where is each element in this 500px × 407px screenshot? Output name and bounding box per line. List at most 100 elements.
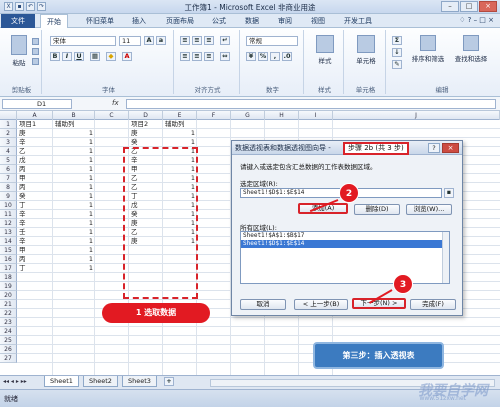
tab-review[interactable]: 审阅 <box>278 16 292 26</box>
wrap-text-icon[interactable]: ↵ <box>220 36 230 45</box>
column-header[interactable]: A <box>17 111 53 120</box>
column-header[interactable]: I <box>299 111 333 120</box>
border-icon[interactable]: ▦ <box>90 52 100 61</box>
fx-icon[interactable]: fx <box>112 99 119 107</box>
align-middle-icon[interactable]: ≡ <box>192 36 202 45</box>
row-header[interactable]: 17 <box>0 264 17 273</box>
comma-icon[interactable]: , <box>270 52 280 61</box>
column-header[interactable]: G <box>231 111 265 120</box>
underline-button[interactable]: U <box>74 52 84 61</box>
list-scrollbar[interactable] <box>442 232 449 283</box>
all-ranges-list[interactable]: Sheet1!$A$1:$B$17 Sheet1!$D$1:$E$14 <box>240 231 450 284</box>
copy-icon[interactable] <box>32 48 39 55</box>
row-header[interactable]: 16 <box>0 255 17 264</box>
row-header[interactable]: 26 <box>0 345 17 354</box>
row-header[interactable]: 4 <box>0 147 17 156</box>
minimize-button[interactable]: – <box>441 1 459 12</box>
finish-button[interactable]: 完成(F) <box>410 299 456 310</box>
bold-button[interactable]: B <box>50 52 60 61</box>
shrink-font-icon[interactable]: a <box>156 36 166 45</box>
sheet-tab-1[interactable]: Sheet1 <box>44 376 79 387</box>
back-button[interactable]: < 上一步(B) <box>294 299 348 310</box>
row-header[interactable]: 22 <box>0 309 17 318</box>
browse-button[interactable]: 浏览(W)... <box>406 204 452 215</box>
sort-filter-button[interactable]: 排序和筛选 <box>408 34 448 74</box>
dialog-help-button[interactable]: ? <box>428 143 440 153</box>
row-header[interactable]: 9 <box>0 192 17 201</box>
row-header[interactable]: 24 <box>0 327 17 336</box>
name-box[interactable]: D1 <box>2 99 72 109</box>
currency-icon[interactable]: ¥ <box>246 52 256 61</box>
row-header[interactable]: 1 <box>0 120 17 129</box>
delete-button[interactable]: 删除(D) <box>354 204 400 215</box>
column-header[interactable]: C <box>95 111 129 120</box>
sheet-tab-2[interactable]: Sheet2 <box>83 376 118 387</box>
sheet-nav-icon[interactable]: ◂◂ ◂ ▸ ▸▸ <box>3 378 27 385</box>
close-button[interactable]: × <box>479 1 497 12</box>
tab-insert[interactable]: 插入 <box>132 16 146 26</box>
fill-color-icon[interactable]: ◆ <box>106 52 116 61</box>
align-right-icon[interactable]: ≡ <box>204 52 214 61</box>
select-all-corner[interactable] <box>0 111 17 120</box>
row-header[interactable]: 23 <box>0 318 17 327</box>
range-picker-icon[interactable]: ▪ <box>444 188 454 198</box>
grow-font-icon[interactable]: A <box>144 36 154 45</box>
list-item[interactable]: Sheet1!$A$1:$B$17 <box>241 232 449 240</box>
tab-view[interactable]: 视图 <box>311 16 325 26</box>
row-header[interactable]: 3 <box>0 138 17 147</box>
tab-home[interactable]: 开始 <box>40 14 68 29</box>
italic-button[interactable]: I <box>62 52 72 61</box>
next-button[interactable]: 下一步(N) > <box>352 298 406 309</box>
merge-icon[interactable]: ⇔ <box>220 52 230 61</box>
align-center-icon[interactable]: ≡ <box>192 52 202 61</box>
tab-classic-menu[interactable]: 怀旧菜单 <box>86 16 114 26</box>
tab-file[interactable]: 文件 <box>1 14 35 28</box>
find-select-button[interactable]: 查找和选择 <box>450 34 492 74</box>
row-header[interactable]: 13 <box>0 228 17 237</box>
row-header[interactable]: 27 <box>0 354 17 363</box>
row-header[interactable]: 5 <box>0 156 17 165</box>
column-header[interactable]: E <box>163 111 197 120</box>
row-header[interactable]: 20 <box>0 291 17 300</box>
row-header[interactable]: 2 <box>0 129 17 138</box>
help-icon[interactable]: ♢ ? – □ × <box>459 16 494 24</box>
format-painter-icon[interactable] <box>32 58 39 65</box>
clear-icon[interactable]: ✎ <box>392 60 402 69</box>
row-header[interactable]: 25 <box>0 336 17 345</box>
cells-button[interactable]: 单元格 <box>350 34 382 72</box>
cancel-button[interactable]: 取消 <box>240 299 286 310</box>
cut-icon[interactable] <box>32 38 39 45</box>
row-header[interactable]: 12 <box>0 219 17 228</box>
decimal-icon[interactable]: .0 <box>282 52 292 61</box>
row-header[interactable]: 15 <box>0 246 17 255</box>
paste-button[interactable]: 粘贴 <box>6 34 32 72</box>
row-header[interactable]: 8 <box>0 183 17 192</box>
new-sheet-icon[interactable]: + <box>164 377 174 386</box>
tab-developer[interactable]: 开发工具 <box>344 16 372 26</box>
tab-page-layout[interactable]: 页面布局 <box>166 16 194 26</box>
row-header[interactable]: 21 <box>0 300 17 309</box>
list-item[interactable]: Sheet1!$D$1:$E$14 <box>241 240 449 248</box>
row-header[interactable]: 14 <box>0 237 17 246</box>
column-header[interactable]: F <box>197 111 231 120</box>
row-header[interactable]: 7 <box>0 174 17 183</box>
row-header[interactable]: 6 <box>0 165 17 174</box>
align-top-icon[interactable]: ≡ <box>180 36 190 45</box>
dialog-close-button[interactable]: × <box>442 143 459 153</box>
column-header[interactable]: H <box>265 111 299 120</box>
font-name-select[interactable]: 宋体 <box>50 36 116 46</box>
number-format-select[interactable]: 常规 <box>246 36 298 46</box>
row-header[interactable]: 19 <box>0 282 17 291</box>
font-color-icon[interactable]: A <box>122 52 132 61</box>
align-left-icon[interactable]: ≡ <box>180 52 190 61</box>
column-header[interactable]: D <box>129 111 163 120</box>
formula-input[interactable] <box>126 99 496 109</box>
column-header[interactable]: B <box>53 111 95 120</box>
fill-icon[interactable]: ↓ <box>392 48 402 57</box>
row-header[interactable]: 10 <box>0 201 17 210</box>
tab-data[interactable]: 数据 <box>245 16 259 26</box>
column-header[interactable]: J <box>333 111 500 120</box>
styles-button[interactable]: 样式 <box>310 34 340 72</box>
font-size-select[interactable]: 11 <box>119 36 141 46</box>
maximize-button[interactable]: □ <box>460 1 478 12</box>
